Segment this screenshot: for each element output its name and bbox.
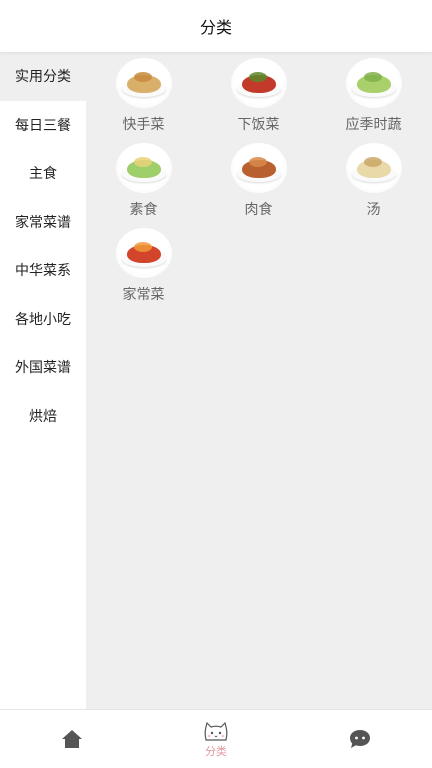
home-icon xyxy=(62,730,82,748)
bottom-tab-bar: 分类 xyxy=(0,709,432,768)
page-title: 分类 xyxy=(199,18,232,37)
category-seasonal-vegetables[interactable]: 应季时蔬 xyxy=(316,58,431,139)
tab-label: 分类 xyxy=(205,744,227,758)
sidebar-item-label: 各地小吃 xyxy=(15,311,71,328)
soup-icon xyxy=(345,143,402,193)
category-label: 应季时蔬 xyxy=(345,117,402,133)
sidebar-item-label: 实用分类 xyxy=(15,69,71,86)
category-label: 汤 xyxy=(366,202,381,218)
quick-dish-icon xyxy=(115,58,172,108)
sidebar-item-label: 外国菜谱 xyxy=(15,360,71,377)
meat-icon xyxy=(230,143,287,193)
sidebar-item-practical[interactable]: 实用分类 xyxy=(0,52,86,101)
category-home-dish[interactable]: 家常菜 xyxy=(86,228,201,309)
sidebar-item-baking[interactable]: 烘焙 xyxy=(0,392,86,441)
category-label: 家常菜 xyxy=(122,287,165,303)
category-vegetarian[interactable]: 素食 xyxy=(86,143,201,224)
category-label: 素食 xyxy=(129,202,158,218)
sidebar-item-local-snacks[interactable]: 各地小吃 xyxy=(0,295,86,344)
sidebar-item-home-recipes[interactable]: 家常菜谱 xyxy=(0,198,86,247)
sidebar: 实用分类 每日三餐 主食 家常菜谱 中华菜系 各地小吃 外国菜谱 烘焙 xyxy=(0,52,86,709)
header: 分类 xyxy=(0,0,432,52)
vegetarian-icon xyxy=(115,143,172,193)
category-cat-icon xyxy=(204,721,228,741)
app-root: 分类 实用分类 每日三餐 主食 家常菜谱 中华菜系 各地小吃 外国菜谱 烘焙 快… xyxy=(0,0,432,768)
sidebar-item-label: 家常菜谱 xyxy=(15,214,71,231)
chat-icon xyxy=(350,730,370,748)
sidebar-item-daily-meals[interactable]: 每日三餐 xyxy=(0,101,86,150)
tab-chat[interactable] xyxy=(300,710,420,768)
home-dish-icon xyxy=(115,228,172,278)
sidebar-item-label: 中华菜系 xyxy=(15,263,71,280)
category-meat[interactable]: 肉食 xyxy=(201,143,316,224)
tab-category[interactable]: 分类 xyxy=(156,710,276,768)
tab-home[interactable] xyxy=(12,710,132,768)
category-label: 快手菜 xyxy=(122,117,165,133)
category-quick-dish[interactable]: 快手菜 xyxy=(86,58,201,139)
sidebar-item-label: 烘焙 xyxy=(29,408,57,425)
category-label: 下饭菜 xyxy=(237,117,280,133)
rice-dish-icon xyxy=(230,58,287,108)
vegetable-icon xyxy=(345,58,402,108)
category-grid: 快手菜 下饭菜 应季时蔬 素食 肉食 汤 家常菜 xyxy=(86,58,432,309)
category-rice-dish[interactable]: 下饭菜 xyxy=(201,58,316,139)
category-content: 快手菜 下饭菜 应季时蔬 素食 肉食 汤 家常菜 xyxy=(86,52,432,709)
category-label: 肉食 xyxy=(244,202,273,218)
sidebar-item-foreign-recipes[interactable]: 外国菜谱 xyxy=(0,343,86,392)
sidebar-item-label: 主食 xyxy=(29,166,57,183)
sidebar-item-staple[interactable]: 主食 xyxy=(0,149,86,198)
sidebar-item-label: 每日三餐 xyxy=(15,117,71,134)
category-soup[interactable]: 汤 xyxy=(316,143,431,224)
sidebar-item-chinese-cuisines[interactable]: 中华菜系 xyxy=(0,246,86,295)
